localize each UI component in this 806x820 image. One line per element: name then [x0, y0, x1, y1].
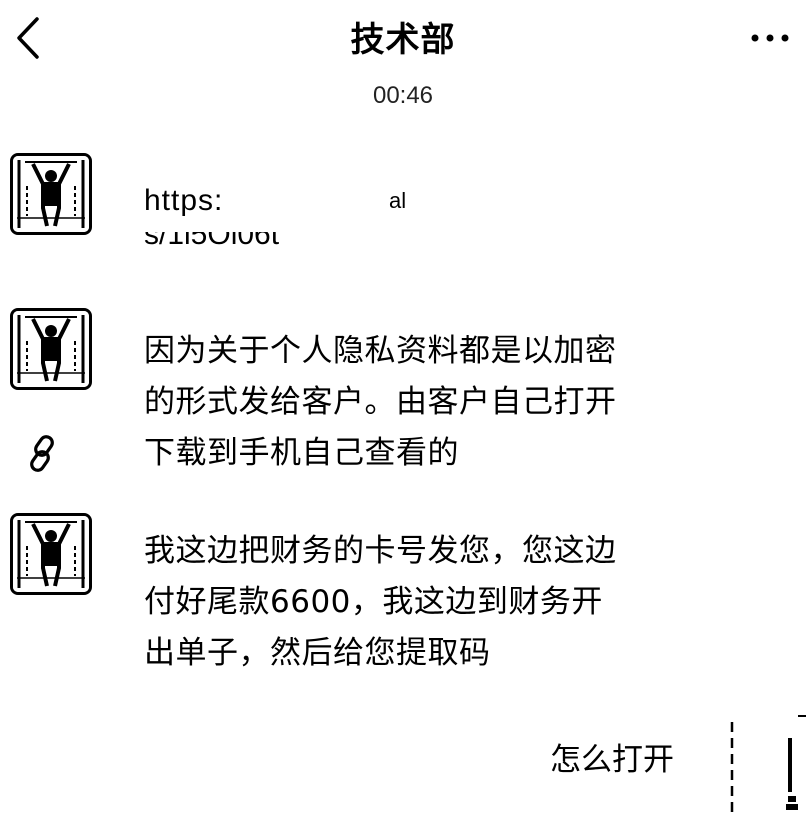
chat-header: 技术部 [0, 0, 806, 80]
message-line: 我这边把财务的卡号发您，您这边 [144, 533, 617, 569]
message-line: 出单子，然后给您提取码 [144, 635, 491, 671]
more-button[interactable] [748, 20, 792, 56]
avatar-figure-icon [13, 156, 89, 232]
contact-avatar[interactable] [10, 308, 92, 390]
my-avatar[interactable] [726, 712, 806, 820]
link-message[interactable]: https: al s/1i5Ol06t [144, 170, 444, 270]
my-message-text: 怎么打开 [550, 742, 674, 778]
contact-avatar[interactable] [10, 153, 92, 235]
avatar-figure-icon [13, 516, 89, 592]
message-line: 付好尾款6600，我这边到财务开 [144, 584, 603, 620]
message-line: 的形式发给客户。由客户自己打开 [144, 384, 617, 420]
link-text-tail: al [389, 188, 407, 213]
avatar-figure-icon [730, 715, 806, 816]
message-line: 下载到手机自己查看的 [144, 435, 459, 471]
link-text-line2: s/1i5Ol06t [144, 232, 280, 251]
message-line: 因为关于个人隐私资料都是以加密 [144, 333, 617, 369]
link-text-line1: https: [144, 184, 224, 217]
contact-avatar[interactable] [10, 513, 92, 595]
message-text: 我这边把财务的卡号发您，您这边 付好尾款6600，我这边到财务开 出单子，然后给… [144, 526, 704, 679]
more-dots-icon [751, 34, 789, 42]
link-icon[interactable] [24, 434, 62, 478]
message-timestamp: 00:46 [372, 82, 434, 109]
message-text: 因为关于个人隐私资料都是以加密 的形式发给客户。由客户自己打开 下载到手机自己查… [144, 326, 704, 479]
chat-title: 技术部 [350, 20, 456, 60]
avatar-figure-icon [13, 311, 89, 387]
